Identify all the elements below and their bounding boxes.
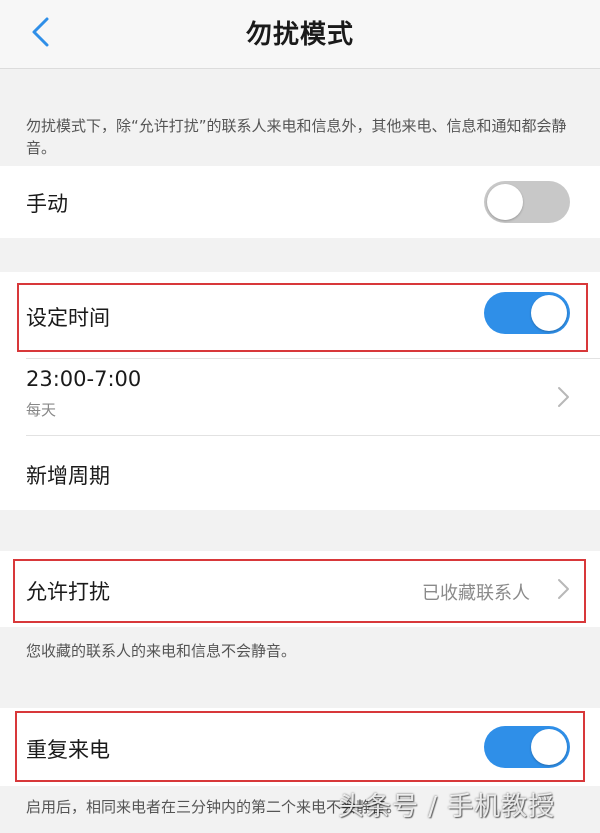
highlight-box-repeat-call [15, 711, 585, 782]
nav-header: 勿扰模式 [0, 0, 600, 69]
add-period-row[interactable]: 新增周期 [0, 436, 600, 510]
repeat-text: 每天 [26, 401, 57, 419]
manual-label: 手动 [26, 192, 68, 216]
chevron-right-icon [558, 387, 569, 407]
allow-interrupt-note: 您收藏的联系人的来电和信息不会静音。 [26, 642, 297, 660]
watermark-text: 头条号 / 手机教授 [338, 792, 556, 822]
page-title: 勿扰模式 [245, 20, 354, 50]
add-period-label: 新增周期 [26, 464, 110, 488]
intro-note: 勿扰模式下，除“允许打扰”的联系人来电和信息外，其他来电、信息和通知都会静音。 [26, 117, 567, 157]
toggle-knob [487, 184, 523, 220]
time-range-row[interactable]: 23:00-7:00 每天 [0, 359, 600, 435]
manual-row: 手动 [0, 166, 600, 238]
time-range: 23:00-7:00 [26, 367, 142, 391]
manual-group: 手动 [0, 166, 600, 238]
manual-toggle[interactable] [484, 181, 570, 223]
highlight-box-allow-interrupt [13, 559, 586, 623]
highlight-box-schedule [17, 283, 588, 352]
